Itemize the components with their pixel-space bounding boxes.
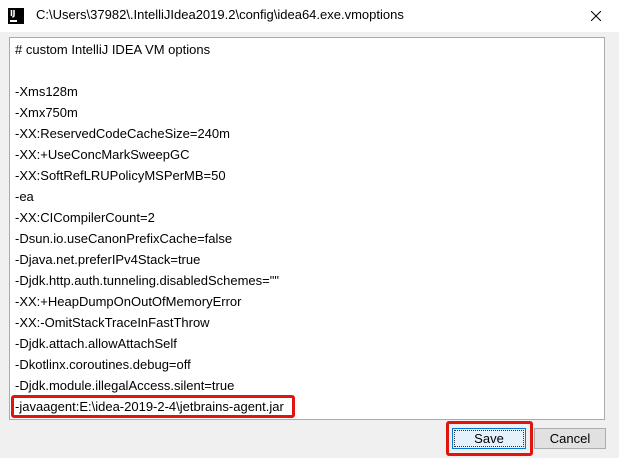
save-highlight-box (446, 421, 533, 456)
editor-line[interactable]: -XX:+HeapDumpOnOutOfMemoryError (15, 294, 241, 310)
editor-line[interactable]: -Dkotlinx.coroutines.debug=off (15, 357, 191, 373)
window-title: C:\Users\37982\.IntelliJIdea2019.2\confi… (36, 7, 404, 22)
editor-line[interactable]: -Dsun.io.useCanonPrefixCache=false (15, 231, 232, 247)
cancel-button[interactable]: Cancel (534, 428, 606, 449)
editor-line[interactable]: -Djdk.http.auth.tunneling.disabledScheme… (15, 273, 279, 289)
title-bar[interactable]: IJ C:\Users\37982\.IntelliJIdea2019.2\co… (0, 0, 619, 32)
editor-line[interactable]: -XX:CICompilerCount=2 (15, 210, 155, 226)
editor-line[interactable]: -Xmx750m (15, 105, 78, 121)
editor-line[interactable]: -Djdk.module.illegalAccess.silent=true (15, 378, 234, 394)
vmoptions-text-editor[interactable]: # custom IntelliJ IDEA VM options -Xms12… (9, 37, 605, 420)
editor-line[interactable]: -ea (15, 189, 34, 205)
app-icon-bar (10, 20, 17, 22)
javaagent-highlight-box (11, 395, 295, 418)
editor-line[interactable]: -XX:ReservedCodeCacheSize=240m (15, 126, 230, 142)
editor-line[interactable]: -XX:+UseConcMarkSweepGC (15, 147, 189, 163)
intellij-idea-icon: IJ (8, 8, 24, 24)
close-button[interactable] (573, 0, 619, 32)
app-icon-text: IJ (10, 9, 15, 18)
editor-line[interactable]: # custom IntelliJ IDEA VM options (15, 42, 210, 58)
editor-line[interactable]: -XX:SoftRefLRUPolicyMSPerMB=50 (15, 168, 226, 184)
vmoptions-dialog: IJ C:\Users\37982\.IntelliJIdea2019.2\co… (0, 0, 619, 458)
editor-line[interactable]: -XX:-OmitStackTraceInFastThrow (15, 315, 210, 331)
editor-line[interactable]: -Djdk.attach.allowAttachSelf (15, 336, 177, 352)
close-icon (591, 11, 601, 21)
editor-line[interactable]: -Djava.net.preferIPv4Stack=true (15, 252, 200, 268)
editor-line[interactable]: -Xms128m (15, 84, 78, 100)
